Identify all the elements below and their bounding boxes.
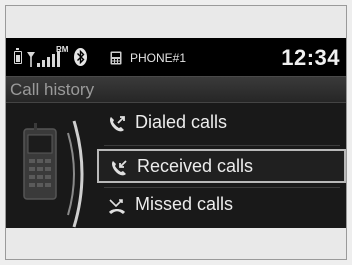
divider bbox=[104, 187, 340, 188]
menu-item-label: Dialed calls bbox=[135, 112, 228, 132]
call-history-menu: Dialed calls Received calls Missed calls bbox=[6, 103, 346, 228]
status-bar: RM PHONE#1 12:34 bbox=[6, 38, 346, 76]
battery-icon bbox=[14, 48, 22, 64]
missed-call-icon bbox=[109, 199, 125, 214]
divider bbox=[104, 145, 340, 146]
page-title: Call history bbox=[10, 80, 95, 99]
phone-screen: RM PHONE#1 12:34 Call history Dialed cal… bbox=[6, 38, 346, 228]
dialed-call-icon bbox=[110, 116, 125, 132]
menu-item-received-calls[interactable]: Received calls bbox=[97, 149, 346, 183]
bluetooth-icon bbox=[74, 48, 87, 66]
title-bar: Call history bbox=[6, 76, 346, 103]
menu-item-label: Received calls bbox=[137, 156, 254, 176]
phone-device-icon bbox=[110, 51, 122, 65]
connected-phone-name: PHONE#1 bbox=[130, 51, 187, 65]
roaming-indicator: RM bbox=[56, 45, 69, 54]
menu-item-label: Missed calls bbox=[135, 194, 234, 214]
menu-item-missed-calls[interactable]: Missed calls bbox=[97, 189, 346, 223]
menu-item-dialed-calls[interactable]: Dialed calls bbox=[97, 107, 346, 141]
received-call-icon bbox=[112, 160, 127, 176]
clock: 12:34 bbox=[281, 45, 340, 70]
mobile-phone-icon bbox=[23, 120, 84, 228]
